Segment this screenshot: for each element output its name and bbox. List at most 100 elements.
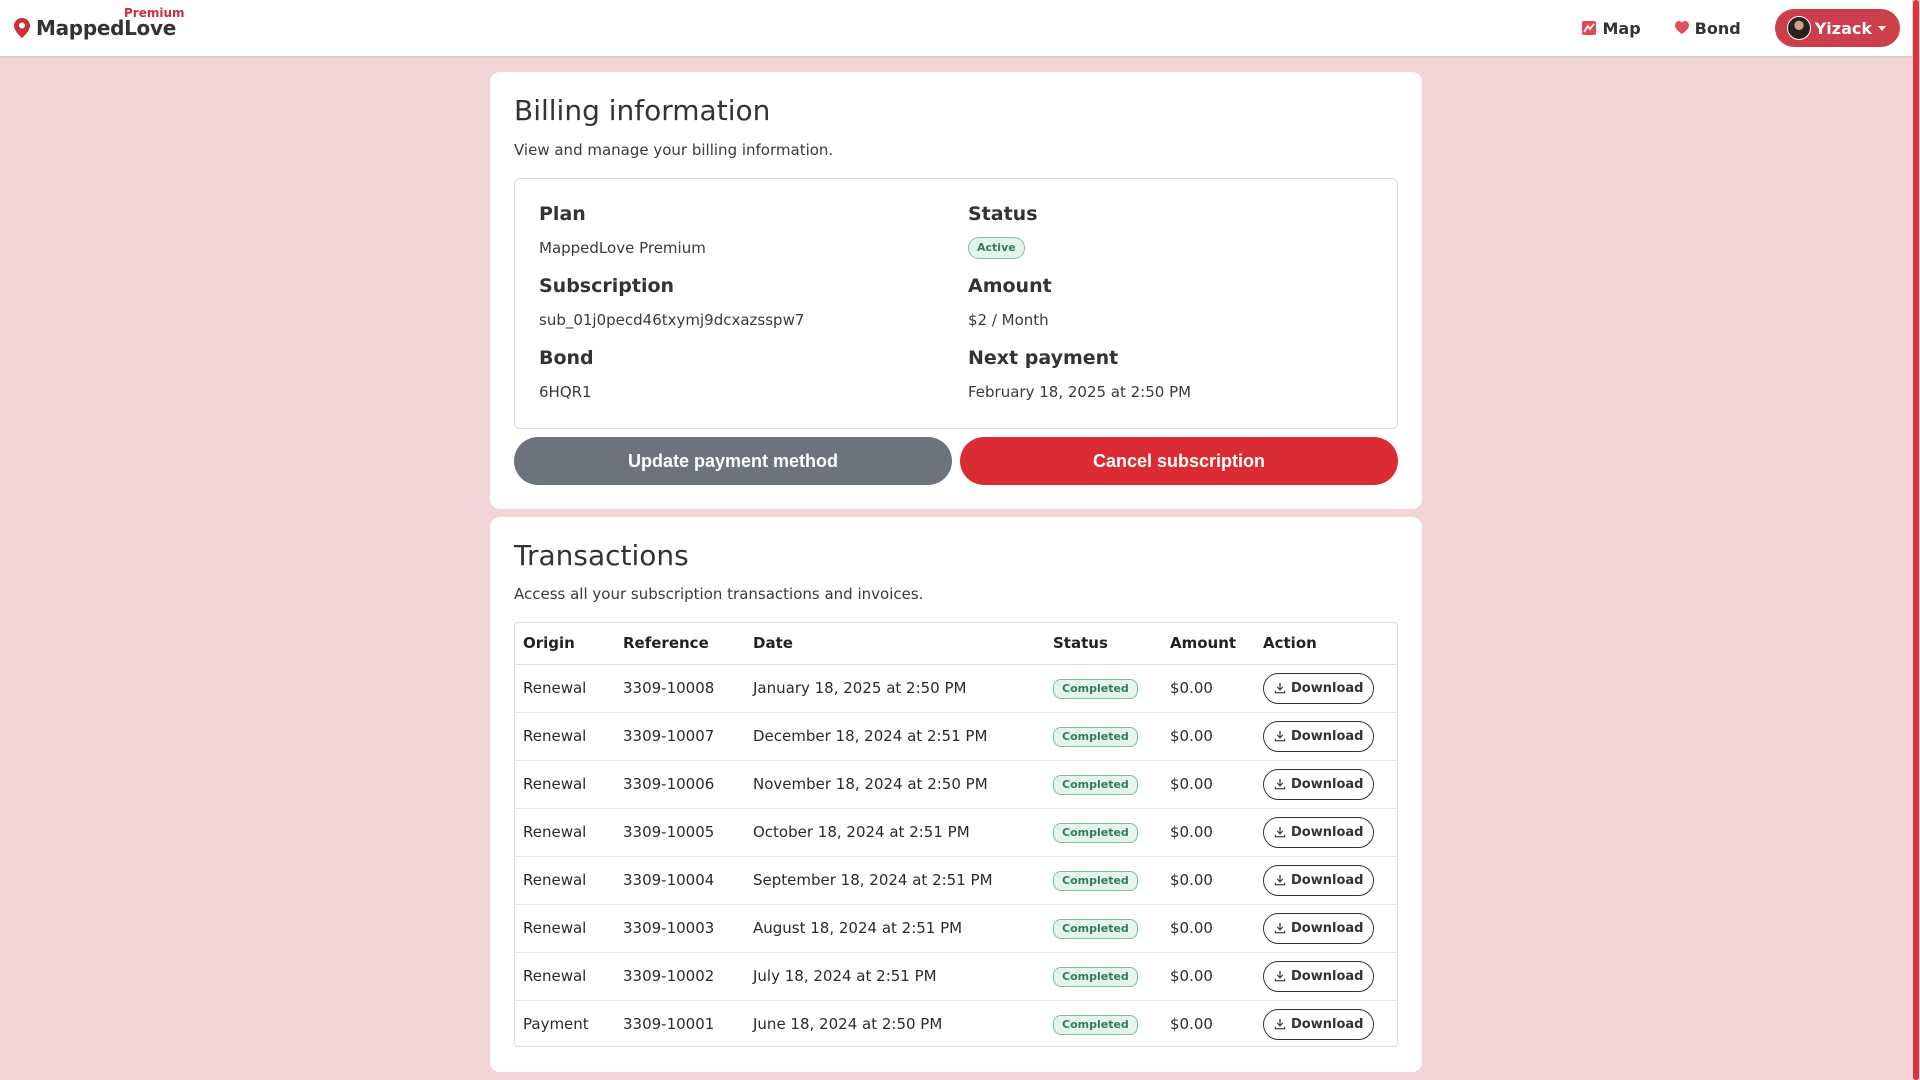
table-row: Renewal 3309-10004 September 18, 2024 at 2… — [515, 856, 1397, 905]
column-header-amount[interactable]: Amount — [1162, 623, 1255, 665]
status-badge: Completed — [1053, 1014, 1138, 1035]
cell-date: November 18, 2024 at 2:50 PM — [745, 760, 1045, 809]
cell-action: Download — [1255, 904, 1397, 953]
nav-link-map[interactable]: Map — [1582, 19, 1641, 38]
transactions-table-container: Origin Reference Date Status Amount Acti… — [514, 622, 1398, 1047]
column-header-status[interactable]: Status — [1045, 623, 1162, 665]
cell-origin: Renewal — [515, 664, 615, 713]
subscription-label: Subscription — [539, 275, 675, 297]
cell-date: January 18, 2025 at 2:50 PM — [745, 664, 1045, 713]
cell-action: Download — [1255, 952, 1397, 1001]
cell-status: Completed — [1045, 712, 1162, 761]
plan-value: MappedLove Premium — [539, 239, 706, 257]
download-button[interactable]: Download — [1263, 912, 1375, 944]
transactions-card: Transactions Access all your subscriptio… — [490, 517, 1422, 1072]
cell-date: August 18, 2024 at 2:51 PM — [745, 904, 1045, 953]
cell-action: Download — [1255, 664, 1397, 713]
nav-link-bond[interactable]: Bond — [1674, 19, 1741, 38]
scrollbar-track[interactable] — [1912, 0, 1920, 1080]
status-badge: Completed — [1053, 726, 1138, 747]
cell-status: Completed — [1045, 808, 1162, 857]
download-label: Download — [1291, 920, 1364, 936]
bond-label: Bond — [539, 347, 594, 369]
download-label: Download — [1291, 1016, 1364, 1032]
cell-action: Download — [1255, 856, 1397, 905]
cell-action: Download — [1255, 760, 1397, 809]
cell-reference: 3309-10003 — [615, 904, 745, 953]
download-label: Download — [1291, 728, 1364, 744]
download-button[interactable]: Download — [1263, 864, 1375, 896]
cell-origin: Renewal — [515, 760, 615, 809]
amount-label: Amount — [968, 275, 1052, 297]
cell-reference: 3309-10001 — [623, 1015, 715, 1034]
table-row: Renewal 3309-10002 July 18, 2024 at 2:51 P… — [515, 952, 1397, 1001]
cell-status: Completed — [1045, 856, 1162, 905]
billing-title: Billing information — [514, 94, 771, 127]
download-icon — [1274, 731, 1286, 742]
cancel-subscription-button[interactable]: Cancel subscription — [960, 437, 1398, 485]
cell-date: September 18, 2024 at 2:51 PM — [745, 856, 1045, 905]
column-header-reference[interactable]: Reference — [615, 623, 745, 665]
table-row: Renewal 3309-10007 December 18, 2024 at 2:… — [515, 712, 1397, 761]
cell-amount: $0.00 — [1162, 904, 1255, 953]
user-name: Yizack — [1814, 18, 1872, 38]
cell-amount: $0.00 — [1162, 664, 1255, 713]
update-payment-method-button[interactable]: Update payment method — [514, 437, 952, 485]
table-row: Payment 3309-10001 June 18, 2024 at 2:50 P… — [515, 1000, 1397, 1046]
download-button[interactable]: Download — [1263, 1008, 1375, 1040]
cell-origin: Renewal — [515, 952, 615, 1001]
cell-reference: 3309-10006 — [615, 760, 745, 809]
cell-status: Completed — [1045, 952, 1162, 1001]
download-button[interactable]: Download — [1263, 672, 1375, 704]
scrollbar-thumb[interactable] — [1913, 0, 1919, 1080]
cell-amount: $0.00 — [1162, 856, 1255, 905]
cell-action: Download — [1255, 1000, 1397, 1046]
download-icon — [1274, 683, 1286, 694]
table-row: Renewal 3309-10005 October 18, 2024 at 2:5… — [515, 808, 1397, 857]
next-payment-label: Next payment — [968, 347, 1119, 369]
amount-value: $2 / Month — [968, 311, 1049, 329]
cell-action: Download — [1255, 808, 1397, 857]
chevron-down-icon — [1878, 25, 1886, 31]
download-label: Download — [1291, 824, 1364, 840]
download-button[interactable]: Download — [1263, 768, 1375, 800]
table-row: Renewal 3309-10006 November 18, 2024 at 2:… — [515, 760, 1397, 809]
heart-icon — [1674, 21, 1689, 34]
cell-amount: $0.00 — [1162, 712, 1255, 761]
cell-reference: 3309-10007 — [615, 712, 745, 761]
brand-logo[interactable]: MappedLove Premium — [14, 6, 185, 40]
download-button[interactable]: Download — [1263, 816, 1375, 848]
column-header-action[interactable]: Action — [1255, 623, 1397, 665]
cell-date: June 18, 2024 at 2:50 PM — [753, 1015, 943, 1034]
premium-tag: Premium — [124, 6, 185, 20]
column-header-origin[interactable]: Origin — [515, 623, 615, 665]
cell-origin: Renewal — [515, 904, 615, 953]
nav-right: Map Bond Yizack — [1582, 9, 1900, 47]
cell-date: December 18, 2024 at 2:51 PM — [745, 712, 1045, 761]
download-label: Download — [1291, 680, 1364, 696]
transactions-table: Origin Reference Date Status Amount Acti… — [515, 623, 1397, 1046]
column-header-date[interactable]: Date — [745, 623, 1045, 665]
table-header-row: Origin Reference Date Status Amount Acti… — [515, 623, 1397, 665]
cell-action: Download — [1255, 712, 1397, 761]
subscription-value: sub_01j0pecd46txymj9dcxazsspw7 — [539, 311, 805, 329]
user-menu-button[interactable]: Yizack — [1774, 9, 1900, 47]
download-button[interactable]: Download — [1263, 720, 1375, 752]
status-badge: Active — [968, 237, 1025, 259]
bond-value: 6HQR1 — [539, 383, 592, 401]
download-icon — [1274, 1019, 1286, 1030]
status-badge: Completed — [1053, 966, 1138, 987]
cell-reference: 3309-10002 — [615, 952, 745, 1001]
cell-date: October 18, 2024 at 2:51 PM — [745, 808, 1045, 857]
table-row: Renewal 3309-10003 August 18, 2024 at 2:51… — [515, 904, 1397, 953]
top-navbar: MappedLove Premium Map Bond Yizack — [0, 0, 1912, 56]
download-button[interactable]: Download — [1263, 960, 1375, 992]
billing-card: Billing information View and manage your… — [490, 72, 1422, 509]
cell-amount: $0.00 — [1170, 1015, 1213, 1034]
cell-origin: Renewal — [515, 808, 615, 857]
billing-info-box: Plan MappedLove Premium Status Active Su… — [514, 178, 1398, 429]
cell-origin: Renewal — [515, 712, 615, 761]
download-label: Download — [1291, 968, 1364, 984]
download-icon — [1274, 971, 1286, 982]
cell-status: Completed — [1045, 1000, 1162, 1046]
